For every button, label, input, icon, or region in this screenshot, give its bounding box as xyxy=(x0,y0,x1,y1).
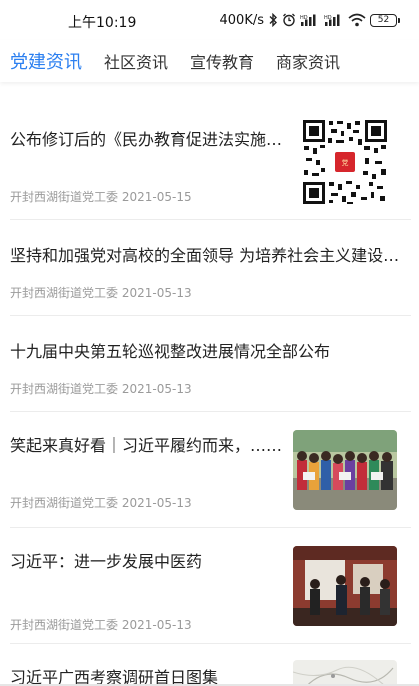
map-photo-thumbnail xyxy=(293,660,397,686)
tab-publicity-education[interactable]: 宣传教育 xyxy=(190,49,254,73)
battery-icon: 52 xyxy=(370,13,400,27)
news-item[interactable]: 习近平：进一步发展中医药 开封西湖街道党工委 2021-05-13 xyxy=(10,528,411,644)
news-source: 开封西湖街道党工委 xyxy=(10,496,119,510)
tab-merchant-news[interactable]: 商家资讯 xyxy=(276,49,340,73)
inspection-photo-thumbnail xyxy=(293,546,397,626)
news-title: 坚持和加强党对高校的全面领导 为培养社会主义建设者和接班人 xyxy=(10,246,410,265)
status-icons: 400K/s HD HD 52 xyxy=(219,10,400,30)
news-date: 2021-05-13 xyxy=(121,618,192,632)
svg-text:HD: HD xyxy=(300,15,308,21)
group-photo-thumbnail xyxy=(293,430,397,510)
category-tab-bar: 党建资讯 社区资讯 宣传教育 商家资讯 xyxy=(0,40,419,82)
news-source: 开封西湖街道党工委 xyxy=(10,382,119,396)
news-item[interactable]: 公布修订后的《民办教育促进法实施条例》 开封西湖街道党工委 2021-05-15 xyxy=(10,96,411,220)
news-date: 2021-05-13 xyxy=(121,286,192,300)
tab-party-news[interactable]: 党建资讯 xyxy=(10,48,82,74)
bluetooth-icon xyxy=(269,13,277,27)
news-title: 公布修订后的《民办教育促进法实施条例》 xyxy=(10,130,290,149)
news-title: 笑起来真好看｜习近平履约而来，…… xyxy=(10,436,283,455)
news-meta: 开封西湖街道党工委 2021-05-13 xyxy=(10,494,192,511)
news-date: 2021-05-13 xyxy=(121,496,192,510)
network-speed: 400K/s xyxy=(219,12,265,28)
news-source: 开封西湖街道党工委 xyxy=(10,190,119,204)
news-item[interactable]: 习近平广西考察调研首日图集 xyxy=(10,644,411,686)
news-source: 开封西湖街道党工委 xyxy=(10,286,119,300)
news-meta: 开封西湖街道党工委 2021-05-13 xyxy=(10,284,192,301)
news-title: 十九届中央第五轮巡视整改进展情况全部公布 xyxy=(10,342,331,361)
news-item[interactable]: 十九届中央第五轮巡视整改进展情况全部公布 开封西湖街道党工委 2021-05-1… xyxy=(10,316,411,412)
news-title: 习近平：进一步发展中医药 xyxy=(10,552,203,571)
news-meta: 开封西湖街道党工委 2021-05-15 xyxy=(10,188,192,205)
alarm-icon xyxy=(283,13,295,27)
qr-code-thumbnail: 党 xyxy=(301,118,389,206)
status-bar: 上午10:19 400K/s HD HD 52 xyxy=(0,0,419,40)
wifi-icon xyxy=(348,13,366,27)
news-item[interactable]: 笑起来真好看｜习近平履约而来，…… 开封西湖街道党工委 2021-05-13 xyxy=(10,412,411,528)
signal-icon: HD xyxy=(300,14,316,26)
tab-community-news[interactable]: 社区资讯 xyxy=(104,49,168,73)
news-meta: 开封西湖街道党工委 2021-05-13 xyxy=(10,616,192,633)
news-title: 习近平广西考察调研首日图集 xyxy=(10,668,219,686)
svg-text:党: 党 xyxy=(342,158,349,167)
signal-icon-2: HD xyxy=(324,14,340,26)
news-meta: 开封西湖街道党工委 2021-05-13 xyxy=(10,380,192,397)
news-list: 公布修订后的《民办教育促进法实施条例》 开封西湖街道党工委 2021-05-15 xyxy=(10,96,411,686)
status-time: 上午10:19 xyxy=(68,15,137,31)
news-date: 2021-05-13 xyxy=(121,382,192,396)
news-item[interactable]: 坚持和加强党对高校的全面领导 为培养社会主义建设者和接班人 开封西湖街道党工委 … xyxy=(10,220,411,316)
news-date: 2021-05-15 xyxy=(121,190,192,204)
news-source: 开封西湖街道党工委 xyxy=(10,618,119,632)
svg-text:HD: HD xyxy=(324,15,332,21)
